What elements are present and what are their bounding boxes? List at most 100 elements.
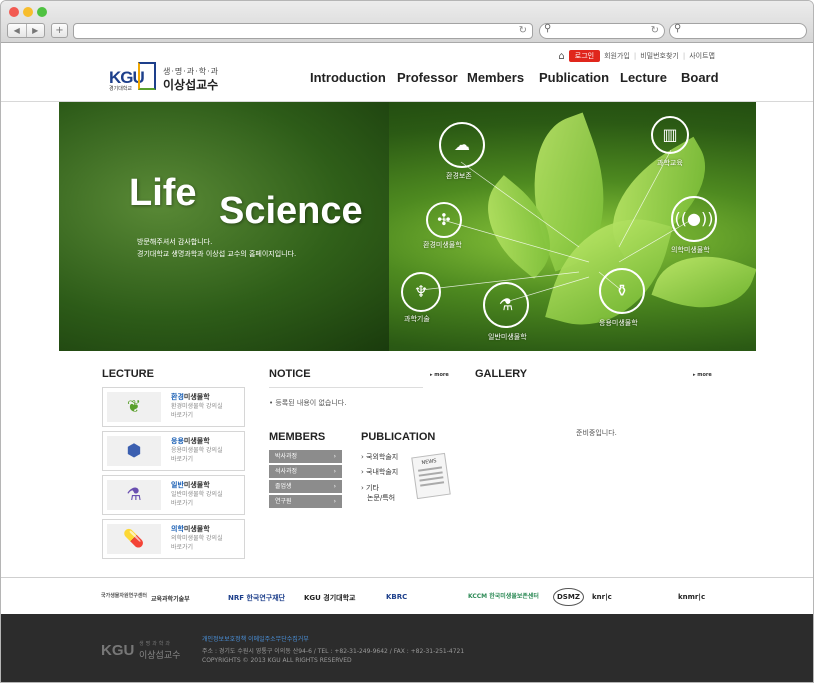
reload-icon[interactable]: ↻ [519,24,527,38]
partner-logo[interactable]: 국가생물자원연구센터 [101,592,147,599]
partner-logo[interactable]: KBRC [386,593,407,601]
nav-members[interactable]: Members [467,70,539,85]
lecture-card-link[interactable]: 바로가기 [171,455,243,464]
lecture-card-tail: 미생물학 [183,393,210,401]
forward-button[interactable]: ▶ [27,24,45,37]
utility-menu: ⌂ 로그인 회원가입 | 비밀번호찾기 | 사이트맵 [558,50,715,62]
node-medical-microbiology[interactable]: ((●)) [671,196,717,242]
login-button[interactable]: 로그인 [568,50,601,62]
partner-logo[interactable]: knr|c [592,593,612,601]
hero-subtitle-line: 경기대학교 생명과학과 이상섭 교수의 홈페이지입니다. [137,250,297,258]
lecture-card-link[interactable]: 바로가기 [171,411,243,420]
node-environmental-microbiology[interactable]: ✣ [426,202,462,238]
partner-logo[interactable]: DSMZ [553,588,584,606]
node-applied-microbiology[interactable]: ⚱ [599,268,645,314]
address-bar[interactable]: ↻ [73,23,533,39]
lecture-card-head: 응용 [171,437,184,445]
footer-policy-links[interactable]: 개인정보보호정책 이메일주소무단수집거부 [202,634,309,643]
chevron-right-icon: › [333,468,336,475]
members-button-label: 졸업생 [275,483,292,490]
lecture-card-desc: 일반미생물학 강의실 바로가기 [171,490,243,508]
nav-board[interactable]: Board [681,70,719,85]
notice-title: NOTICE [269,368,311,380]
node-label: 환경보존 [446,172,472,180]
node-general-microbiology[interactable]: ⚗ [483,282,529,328]
reload-icon[interactable]: ↻ [651,24,659,38]
partner-logo[interactable]: knmr|c [678,593,705,601]
new-tab-button[interactable]: + [51,23,68,38]
hero-subtitle: 방문해주셔서 감사합니다. 경기대학교 생명과학과 이상섭 교수의 홈페이지입니… [137,236,296,260]
gallery-empty-text: 준비중입니다. [576,429,617,437]
notice-more-link[interactable]: ▸ more [430,372,449,378]
site-logo[interactable]: KGU 경기대학교 생·명·과·학·과 이상섭교수 [109,60,229,92]
site-footer: KGU 생명과학과 이상섭교수 개인정보보호정책 이메일주소무단수집거부 주소 … [1,614,813,682]
browser-toolbar: ◀ ▶ + ↻ ⚲ ↻ ⚲ [1,1,813,43]
footer-logo: KGU [101,642,135,659]
find-password-link[interactable]: 비밀번호찾기 [640,51,679,61]
newspaper-icon: NEWS [411,452,451,500]
logo-university: 경기대학교 [109,86,133,92]
lecture-card-head: 환경 [171,393,184,401]
lecture-card-desc-line: 의학미생물학 강의실 [171,535,223,542]
node-technology[interactable]: ♆ [401,272,441,312]
home-icon[interactable]: ⌂ [558,51,564,62]
node-environment[interactable]: ☁ [439,122,485,168]
cubes-icon: ⬢ [107,436,161,466]
history-nav: ◀ ▶ [7,23,45,38]
publication-etc-link[interactable]: › 기타 [361,483,379,493]
windmill-icon: ✣ [437,210,451,229]
publication-international-link[interactable]: › 국외학술지 [361,452,398,462]
partner-logo[interactable]: KCCM 한국미생물보존센터 [468,591,539,600]
lecture-card-applied[interactable]: ⬢ 응용미생물학 응용미생물학 강의실 바로가기 [102,431,245,471]
lecture-card-medical[interactable]: 💊 의학미생물학 의학미생물학 강의실 바로가기 [102,519,245,559]
divider [269,387,423,388]
footer-name: 이상섭교수 [139,651,181,661]
lecture-card-desc-line: 응용미생물학 강의실 [171,447,223,454]
flask-icon: ⚗ [498,295,514,314]
notice-empty-text: • 등록된 내용이 없습니다. [269,399,347,407]
lecture-card-link[interactable]: 바로가기 [171,499,243,508]
lecture-card-desc: 의학미생물학 강의실 바로가기 [171,534,243,552]
lecture-card-title: 일반미생물학 [171,480,210,490]
publication-title: PUBLICATION [361,431,436,443]
pill-icon: 💊 [107,524,161,554]
sitemap-link[interactable]: 사이트맵 [689,51,715,61]
publication-domestic-link[interactable]: › 국내학술지 [361,467,398,477]
partner-logo[interactable]: NRF 한국연구재단 [228,593,285,603]
chevron-right-icon: › [333,483,336,490]
members-alumni-button[interactable]: 졸업생 › [269,480,342,493]
beaker-icon: ⚱ [615,281,629,300]
join-link[interactable]: 회원가입 [604,51,630,61]
back-button[interactable]: ◀ [8,24,27,37]
gallery-more-link[interactable]: ▸ more [693,372,712,378]
lecture-card-tail: 미생물학 [183,437,210,445]
hero-title-life: Life [129,172,197,214]
hero-title-science: Science [219,190,363,232]
nav-lecture[interactable]: Lecture [620,70,681,85]
lecture-card-tail: 미생물학 [183,481,210,489]
main-nav: Introduction Professor Members Publicati… [310,70,719,85]
partner-logo[interactable]: 교육과학기술부 [151,594,190,603]
lecture-card-general[interactable]: ⚗ 일반미생물학 일반미생물학 강의실 바로가기 [102,475,245,515]
partner-logo[interactable]: KGU 경기대학교 [304,593,356,603]
nav-introduction[interactable]: Introduction [310,70,397,85]
search-field-2[interactable]: ⚲ [669,23,807,39]
node-label: 의학미생물학 [671,246,710,254]
publication-patent-link[interactable]: 논문/특허 [367,493,395,503]
lecture-card-environmental[interactable]: ❦ 환경미생물학 환경미생물학 강의실 바로가기 [102,387,245,427]
minimize-window-icon[interactable] [23,7,33,17]
members-button-label: 박사과정 [275,453,298,460]
lecture-card-link[interactable]: 바로가기 [171,543,243,552]
node-science-education[interactable]: ▥ [651,116,689,154]
cloud-icon: ☁ [454,135,470,154]
members-title: MEMBERS [269,431,326,443]
maximize-window-icon[interactable] [37,7,47,17]
gallery-title: GALLERY [475,368,528,380]
nav-publication[interactable]: Publication [539,70,620,85]
search-field[interactable]: ⚲ ↻ [539,23,665,39]
close-window-icon[interactable] [9,7,19,17]
members-masters-button[interactable]: 석사과정 › [269,465,342,478]
nav-professor[interactable]: Professor [397,70,467,85]
members-researcher-button[interactable]: 연구원 › [269,495,342,508]
members-phd-button[interactable]: 박사과정 › [269,450,342,463]
